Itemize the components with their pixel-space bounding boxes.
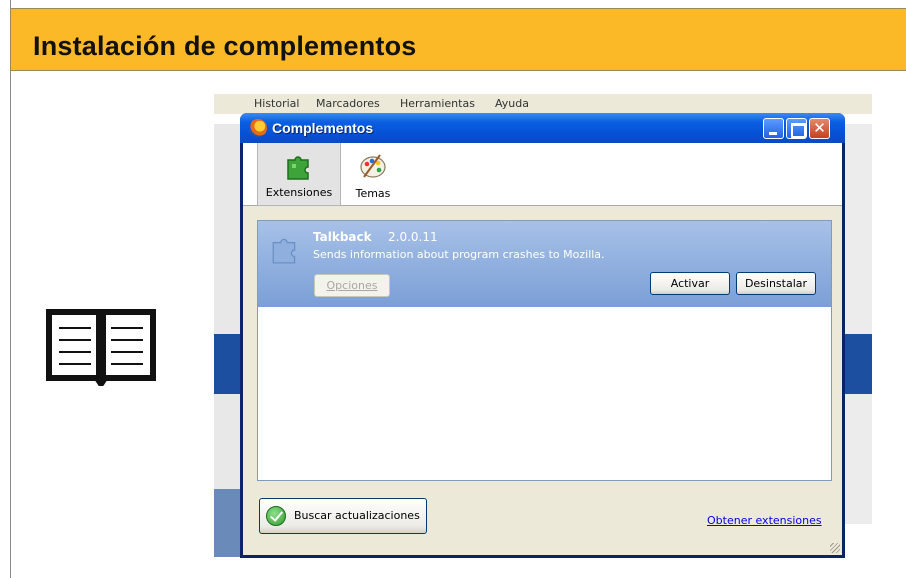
tab-themes[interactable]: Temas <box>347 143 399 206</box>
addons-dialog: Complementos ✕ Extensiones Temas Talkbac… <box>240 113 845 558</box>
close-icon: ✕ <box>813 119 826 137</box>
extension-name: Talkback <box>313 230 372 244</box>
open-book-icon <box>46 309 156 386</box>
extension-list[interactable]: Talkback 2.0.0.11 Sends information abou… <box>257 220 832 481</box>
extension-description: Sends information about program crashes … <box>313 248 605 261</box>
activate-button[interactable]: Activar <box>650 272 730 295</box>
resize-grip[interactable] <box>830 543 840 553</box>
menu-marcadores[interactable]: Marcadores <box>316 97 380 110</box>
extension-version: 2.0.0.11 <box>388 230 438 244</box>
menu-historial[interactable]: Historial <box>254 97 299 110</box>
maximize-button[interactable] <box>786 118 807 139</box>
menu-herramientas[interactable]: Herramientas <box>400 97 475 110</box>
background-menubar: Historial Marcadores Herramientas Ayuda <box>214 94 872 114</box>
palette-icon <box>360 154 386 178</box>
firefox-icon <box>249 119 267 137</box>
puzzle-icon <box>287 156 309 180</box>
check-icon <box>266 506 286 526</box>
tab-extensions-label: Extensiones <box>265 186 333 199</box>
dialog-body: Extensiones Temas Talkback 2.0.0.11 Send… <box>243 143 842 555</box>
extension-item-talkback[interactable]: Talkback 2.0.0.11 Sends information abou… <box>258 221 831 307</box>
menu-ayuda[interactable]: Ayuda <box>495 97 529 110</box>
extension-puzzle-icon <box>272 238 296 264</box>
dialog-title: Complementos <box>272 120 374 136</box>
minimize-button[interactable] <box>763 118 784 139</box>
slide-title: Instalación de complementos <box>33 31 417 61</box>
find-updates-label: Buscar actualizaciones <box>294 509 420 522</box>
slide-title-bar: Instalación de complementos <box>10 8 906 71</box>
dialog-titlebar[interactable]: Complementos ✕ <box>240 113 845 143</box>
tab-themes-label: Temas <box>355 187 391 200</box>
uninstall-button[interactable]: Desinstalar <box>736 272 816 295</box>
find-updates-button[interactable]: Buscar actualizaciones <box>259 498 427 534</box>
tab-extensions[interactable]: Extensiones <box>257 143 341 206</box>
options-button[interactable]: Opciones <box>314 274 390 297</box>
get-extensions-link[interactable]: Obtener extensiones <box>707 514 822 527</box>
close-button[interactable]: ✕ <box>809 118 830 139</box>
addons-toolbar: Extensiones Temas <box>243 143 842 206</box>
